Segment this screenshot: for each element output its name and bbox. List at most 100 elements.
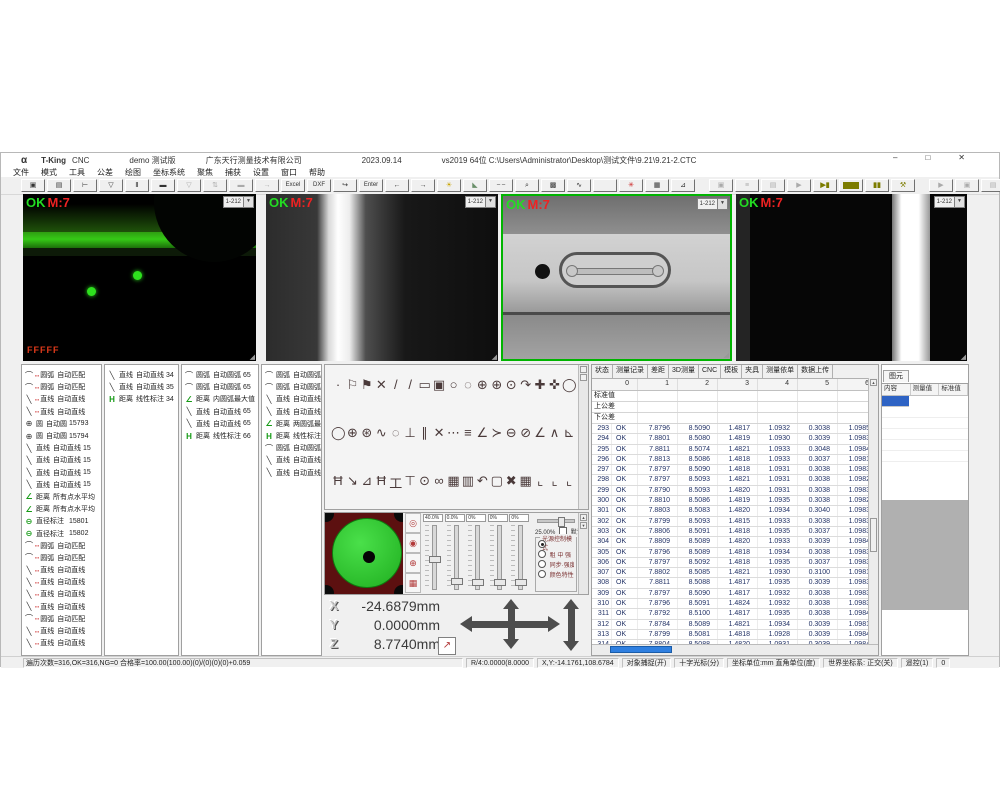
list-item[interactable]: ╲ ▪▪▪ 直线 自动直线 <box>22 406 101 418</box>
list-item[interactable]: ╲ 直线 自动直线 65 <box>182 406 258 418</box>
toolbar-button[interactable]: Ⅱ <box>125 179 149 192</box>
list-item[interactable]: ⊖ 直径标注 15802 <box>22 527 101 539</box>
menu-item[interactable]: 捕获 <box>225 167 241 178</box>
menu-item[interactable]: 模式 <box>41 167 57 178</box>
column-number[interactable]: 0 <box>592 379 638 390</box>
element-panel-tab[interactable]: 图元 <box>883 370 909 382</box>
light-ring-button[interactable]: ⊕ <box>405 553 421 573</box>
toolbar-button[interactable]: ▬ <box>229 179 253 192</box>
light-ring-button[interactable]: ◉ <box>405 533 421 553</box>
toolbar-button[interactable]: ▽ <box>99 179 123 192</box>
geometry-tool-icon[interactable]: ≡ <box>461 425 475 441</box>
geometry-tool-icon[interactable]: ⊘ <box>519 425 533 441</box>
toolbox-scrollbar[interactable] <box>578 365 588 509</box>
grid-tab[interactable]: 状态 <box>592 365 613 378</box>
geometry-tool-icon[interactable]: ⊙ <box>504 377 518 393</box>
list-item[interactable]: ╲ 直线 自动直线 65 <box>182 418 258 430</box>
light-slider[interactable] <box>497 525 502 590</box>
empty-row[interactable] <box>882 429 968 440</box>
geometry-tool-icon[interactable]: ↘ <box>345 473 359 492</box>
menu-item[interactable]: 坐标系统 <box>153 167 185 178</box>
table-row[interactable]: 313 OK 7.8799 8.5081 1.4818 1.0928 0.303… <box>592 630 878 640</box>
geometry-tool-icon[interactable]: ◌ <box>389 425 403 441</box>
grid-tab[interactable]: 测量依单 <box>763 365 798 378</box>
table-row[interactable]: 301 OK 7.8803 8.5083 1.4820 1.0934 0.304… <box>592 506 878 516</box>
diagonal-move-button[interactable]: ↗ <box>438 637 456 655</box>
toolbar-button[interactable]: ▽ <box>177 179 201 192</box>
chevron-down-icon[interactable]: ▼ <box>954 197 964 207</box>
geometry-tool-icon[interactable]: ⊤ <box>403 473 417 492</box>
geometry-tool-icon[interactable]: ▥ <box>461 473 475 492</box>
light-slider[interactable] <box>475 525 480 590</box>
slider-thumb[interactable] <box>451 578 463 585</box>
geometry-tool-icon[interactable]: ↷ <box>519 377 533 393</box>
list-item[interactable]: ╲ 直线 自动直线 34 <box>105 369 178 381</box>
table-row[interactable]: 302 OK 7.8799 8.5093 1.4815 1.0933 0.303… <box>592 517 878 527</box>
toolbar-button[interactable]: ⇅ <box>203 179 227 192</box>
toolbar-button[interactable]: ▦ <box>645 179 669 192</box>
toolbar-button[interactable]: ⚒ <box>891 179 915 192</box>
geometry-tool-icon[interactable]: ∞ <box>432 473 446 492</box>
geometry-tool-icon[interactable]: ⌞ <box>548 473 562 492</box>
toolbar-button[interactable]: ⌕ <box>515 179 539 192</box>
list-item[interactable]: ╲ ▪▪▪ 直线 自动直线 <box>22 625 101 637</box>
toolbar-button[interactable]: ▣ <box>955 179 979 192</box>
options-scrollbar[interactable]: ▲ ▼ <box>578 513 588 594</box>
list-item[interactable]: ╲ 直线 自动直线 55 <box>262 454 321 466</box>
resize-grip-icon[interactable]: ◢ <box>492 353 497 361</box>
geometry-tool-icon[interactable]: ⚐ <box>345 377 359 393</box>
menu-item[interactable]: 工具 <box>69 167 85 178</box>
toolbar-button[interactable]: ▤ <box>761 179 785 192</box>
grid-tab[interactable]: 测量记录 <box>613 365 648 378</box>
list-item[interactable]: ╲ 直线 自动直线 35 <box>105 381 178 393</box>
toolbar-button[interactable]: ▶ <box>929 179 953 192</box>
toolbar-button[interactable]: ↪ <box>333 179 357 192</box>
menu-item[interactable]: 窗口 <box>281 167 297 178</box>
camera-view-4[interactable]: OKM:7 1-212 ▼ ◢ <box>736 194 967 361</box>
minimize-button[interactable]: – <box>893 153 897 162</box>
toolbar-button[interactable]: ▤ <box>981 179 1000 192</box>
table-row[interactable]: 298 OK 7.8797 8.5093 1.4821 1.0931 0.303… <box>592 475 878 485</box>
toolbar-button[interactable]: ☀ <box>437 179 461 192</box>
fixed-row[interactable]: 标准值 <box>592 391 878 402</box>
geometry-tool-icon[interactable]: ▣ <box>432 377 446 393</box>
geometry-tool-icon[interactable]: ⊥ <box>403 425 417 441</box>
empty-row[interactable] <box>882 440 968 451</box>
light-slider[interactable] <box>518 525 523 590</box>
list-item[interactable]: ⌒ ▪▪▪ 圆弧 自动匹配 <box>22 369 101 381</box>
geometry-tool-icon[interactable]: ✚ <box>533 377 547 393</box>
menu-item[interactable]: 帮助 <box>309 167 325 178</box>
toolbar-button[interactable] <box>839 179 863 192</box>
list-item[interactable]: H 距离 线性标注 34 <box>105 393 178 405</box>
geometry-tool-icon[interactable]: ∧ <box>548 425 562 441</box>
geometry-tool-icon[interactable]: ↶ <box>475 473 489 492</box>
menu-item[interactable]: 文件 <box>13 167 29 178</box>
list-item[interactable]: H 距离 线性标注 55 <box>262 430 321 442</box>
table-row[interactable]: 297 OK 7.8797 8.5090 1.4818 1.0931 0.303… <box>592 465 878 475</box>
chevron-down-icon[interactable]: ▼ <box>485 197 495 207</box>
grid-tab[interactable]: 3D测量 <box>669 365 699 378</box>
toolbar-button[interactable] <box>593 179 617 192</box>
toolbar-button[interactable]: → <box>255 179 279 192</box>
sync-radio[interactable] <box>538 560 546 568</box>
geometry-tool-icon[interactable]: ⊿ <box>360 473 374 492</box>
list-item[interactable]: ⊖ 直径标注 15801 <box>22 515 101 527</box>
light-ring-button[interactable]: ▦ <box>405 573 421 593</box>
close-button[interactable]: ✕ <box>958 153 965 162</box>
scroll-up-icon[interactable]: ▲ <box>580 514 587 521</box>
grid-tab[interactable]: CNC <box>699 365 721 378</box>
geometry-tool-icon[interactable]: ∿ <box>374 425 388 441</box>
list-item[interactable]: ⌒ ▪▪▪ 圆弧 自动匹配 <box>22 613 101 625</box>
scroll-down-icon[interactable]: ▼ <box>580 522 587 529</box>
table-row[interactable]: 308 OK 7.8811 8.5088 1.4817 1.0935 0.303… <box>592 578 878 588</box>
list-item[interactable]: ⌒ 圆弧 自动圆弧 55 <box>262 369 321 381</box>
empty-row[interactable] <box>882 418 968 429</box>
toolbar-button[interactable]: ▣ <box>709 179 733 192</box>
list-item[interactable]: ╲ 直线 自动直线 55 <box>262 406 321 418</box>
grid-horizontal-scrollbar[interactable] <box>592 644 878 655</box>
list-item[interactable]: H 距离 线性标注 66 <box>182 430 258 442</box>
geometry-tool-icon[interactable]: ⊛ <box>360 425 374 441</box>
geometry-tool-icon[interactable]: ✖ <box>504 473 518 492</box>
geometry-tool-icon[interactable]: · <box>331 377 345 393</box>
geometry-tool-icon[interactable]: ▦ <box>519 473 533 492</box>
